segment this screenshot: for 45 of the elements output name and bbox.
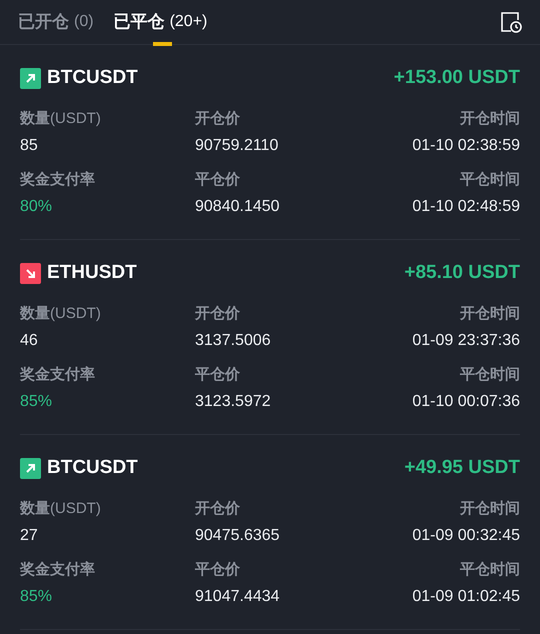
field-label: 开仓价	[195, 499, 240, 519]
field-value: 90840.1450	[195, 197, 280, 217]
field-label: 开仓时间	[460, 499, 520, 519]
field-value: 3123.5972	[195, 392, 271, 412]
field-label: 平仓时间	[460, 560, 520, 580]
symbol: ETHUSDT	[47, 260, 137, 285]
field-label: 奖金支付率	[20, 170, 95, 190]
profit-amount: +49.95 USDT	[404, 456, 520, 480]
tab[interactable]: 已平仓 (20+)	[114, 0, 208, 44]
field-label: 数量(USDT)	[20, 499, 101, 519]
field-label: 开仓时间	[460, 304, 520, 324]
field-value: 80%	[20, 197, 52, 217]
field-value: 91047.4434	[195, 587, 280, 607]
field-value: 90475.6365	[195, 526, 280, 546]
profit-amount: +153.00 USDT	[394, 66, 520, 90]
symbol: BTCUSDT	[47, 456, 138, 480]
tab[interactable]: 已开仓 (0)	[18, 0, 94, 44]
field-label: 奖金支付率	[20, 560, 95, 580]
profit-amount: +85.10 USDT	[404, 260, 520, 285]
field-value: 27	[20, 526, 38, 546]
field-label: 数量(USDT)	[20, 109, 101, 129]
field-value: 01-10 02:38:59	[412, 136, 520, 156]
field-value: 85%	[20, 587, 52, 607]
field-label: 奖金支付率	[20, 365, 95, 385]
field-value: 01-09 00:32:45	[412, 526, 520, 546]
field-label: 开仓价	[195, 109, 240, 129]
field-label: 开仓时间	[460, 109, 520, 129]
field-label: 平仓价	[195, 560, 240, 580]
field-label: 平仓时间	[460, 170, 520, 190]
symbol: BTCUSDT	[47, 66, 138, 90]
field-value: 3137.5006	[195, 331, 271, 351]
field-label: 平仓价	[195, 170, 240, 190]
field-label: 平仓时间	[460, 365, 520, 385]
field-value: 01-10 02:48:59	[412, 197, 520, 217]
field-value: 01-09 01:02:45	[412, 587, 520, 607]
field-label: 开仓价	[195, 304, 240, 324]
history-icon[interactable]	[500, 11, 522, 33]
field-label: 数量(USDT)	[20, 304, 101, 324]
field-value: 90759.2110	[195, 136, 278, 156]
field-value: 85%	[20, 392, 52, 412]
field-value: 01-09 23:37:36	[412, 331, 520, 351]
field-label: 平仓价	[195, 365, 240, 385]
field-value: 85	[20, 136, 38, 156]
field-value: 46	[20, 331, 38, 351]
field-value: 01-10 00:07:36	[412, 392, 520, 412]
